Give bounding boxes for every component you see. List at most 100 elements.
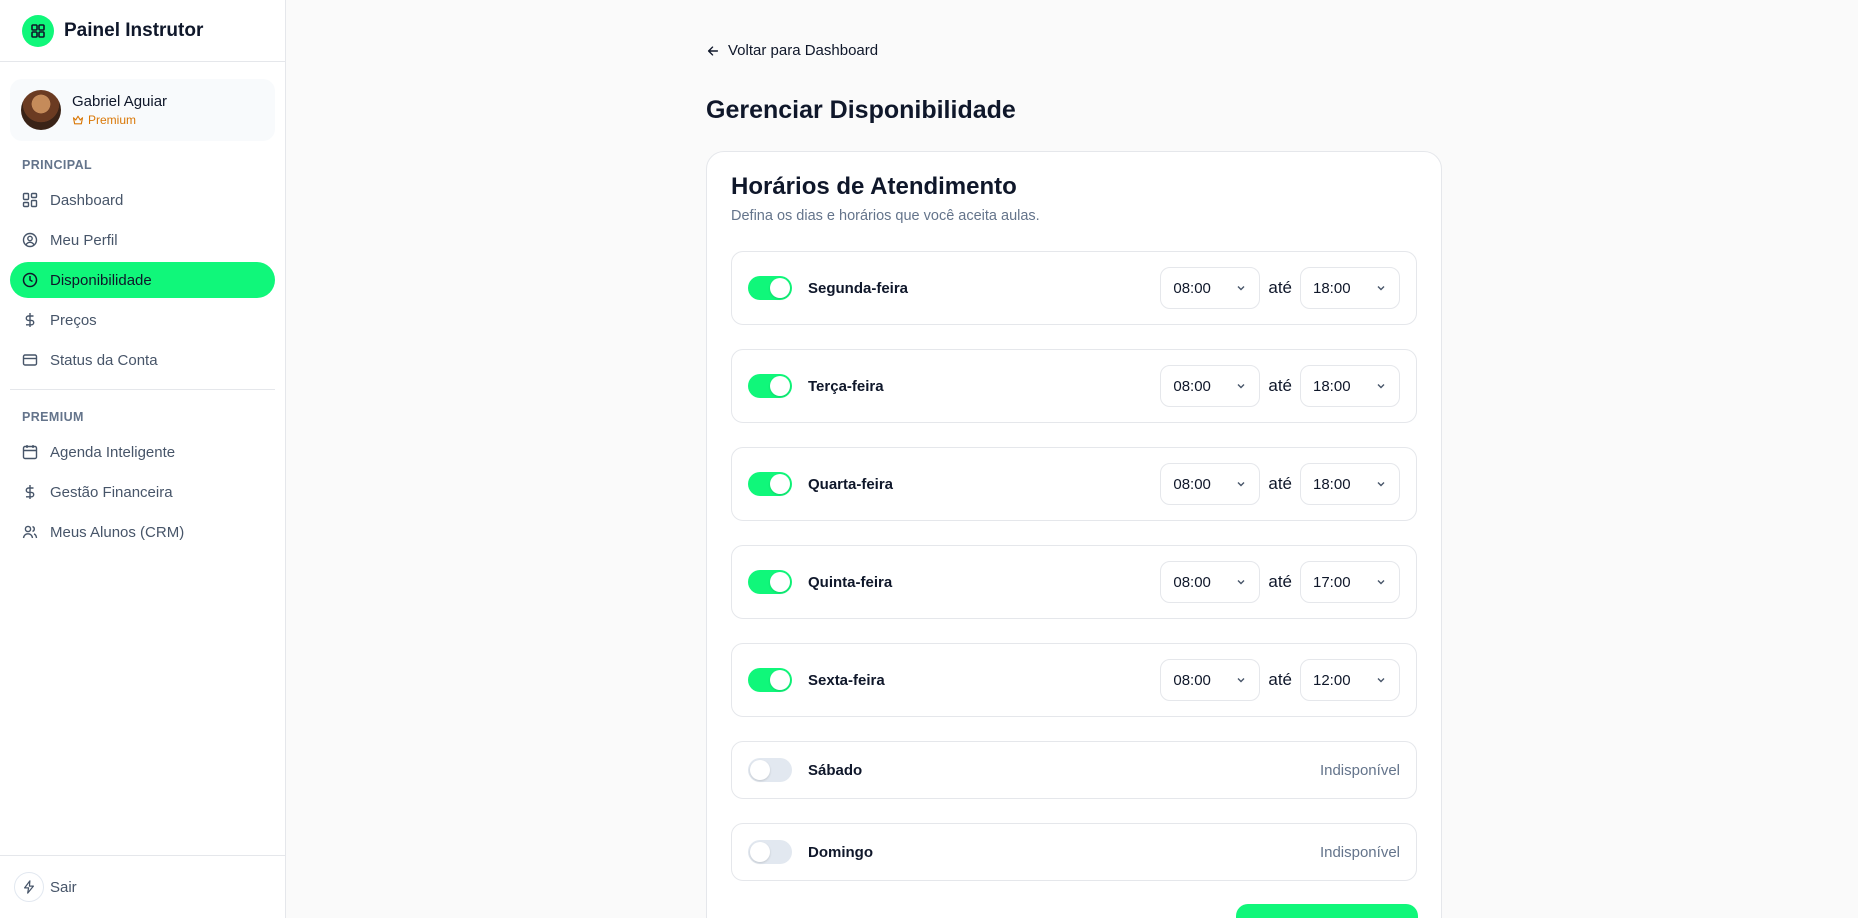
sidebar-item-label: Status da Conta: [50, 351, 158, 369]
avatar: [21, 90, 61, 130]
day-toggle[interactable]: [748, 668, 792, 692]
day-row-quinta: Quinta-feira 08:00 até 17:00: [731, 545, 1417, 619]
sidebar-item-precos[interactable]: Preços: [10, 302, 275, 338]
brand-title: Painel Instrutor: [64, 19, 204, 41]
end-time-select[interactable]: 17:00: [1300, 561, 1400, 603]
day-name: Quarta-feira: [808, 475, 894, 493]
availability-card: Horários de Atendimento Defina os dias e…: [706, 151, 1442, 918]
day-toggle[interactable]: [748, 276, 792, 300]
day-name: Sábado: [808, 761, 863, 779]
section-label-principal: PRINCIPAL: [22, 158, 93, 172]
profile-card[interactable]: Gabriel Aguiar Premium: [10, 79, 275, 141]
arrow-left-icon: [707, 45, 719, 56]
credit-card-icon: [22, 354, 38, 366]
profile-name: Gabriel Aguiar: [72, 93, 168, 110]
until-label: até: [1268, 376, 1292, 395]
section-label-premium: PREMIUM: [22, 410, 84, 424]
until-label: até: [1268, 572, 1292, 591]
until-label: até: [1268, 670, 1292, 689]
start-time-select[interactable]: 08:00: [1160, 267, 1261, 309]
card-title: Horários de Atendimento: [731, 173, 1017, 200]
sidebar-item-disponibilidade[interactable]: Disponibilidade: [10, 262, 275, 298]
start-time-select[interactable]: 08:00: [1160, 659, 1261, 701]
day-toggle[interactable]: [748, 840, 792, 864]
card-subtitle: Defina os dias e horários que você aceit…: [731, 208, 1040, 224]
unavailable-label: Indisponível: [1319, 761, 1400, 779]
chevron-down-icon: [1377, 678, 1385, 683]
sidebar-item-agenda-inteligente[interactable]: Agenda Inteligente: [10, 434, 275, 470]
sidebar: Painel Instrutor Gabriel Aguiar Premium …: [0, 0, 286, 918]
day-toggle[interactable]: [748, 758, 792, 782]
sidebar-item-label: Meu Perfil: [50, 231, 118, 249]
day-row-segunda: Segunda-feira 08:00 até 18:00: [731, 251, 1417, 325]
chevron-down-icon: [1237, 384, 1245, 389]
day-row-sexta: Sexta-feira 08:00 até 12:00: [731, 643, 1417, 717]
start-time-value: 08:00: [1173, 475, 1211, 493]
start-time-value: 08:00: [1173, 671, 1211, 689]
user-circle-icon: [22, 232, 38, 248]
day-name: Segunda-feira: [808, 279, 909, 297]
day-toggle[interactable]: [748, 374, 792, 398]
day-row-quarta: Quarta-feira 08:00 até 18:00: [731, 447, 1417, 521]
calendar-icon: [22, 445, 38, 460]
sidebar-item-label: Dashboard: [50, 191, 124, 209]
sidebar-item-meu-perfil[interactable]: Meu Perfil: [10, 222, 275, 258]
dollar-icon: [25, 313, 35, 327]
crown-icon: [72, 115, 84, 125]
day-toggle[interactable]: [748, 570, 792, 594]
end-time-value: 18:00: [1313, 279, 1351, 297]
day-name: Sexta-feira: [808, 671, 885, 689]
dashboard-icon: [22, 192, 38, 208]
until-label: até: [1268, 278, 1292, 297]
until-label: até: [1268, 474, 1292, 493]
end-time-value: 18:00: [1313, 377, 1351, 395]
profile-info: Gabriel Aguiar Premium: [72, 93, 167, 127]
sidebar-item-label: Preços: [50, 311, 97, 329]
brand: Painel Instrutor: [0, 0, 285, 62]
logout-label: Sair: [50, 878, 77, 896]
sidebar-item-label: Disponibilidade: [50, 271, 152, 289]
chevron-down-icon: [1237, 286, 1245, 291]
end-time-value: 17:00: [1313, 573, 1351, 591]
chevron-down-icon: [1237, 678, 1245, 683]
sidebar-item-dashboard[interactable]: Dashboard: [10, 182, 275, 218]
end-time-select[interactable]: 18:00: [1300, 463, 1400, 505]
start-time-value: 08:00: [1173, 573, 1211, 591]
logout-button[interactable]: Sair: [0, 855, 286, 918]
end-time-select[interactable]: 18:00: [1300, 267, 1400, 309]
sidebar-item-status-da-conta[interactable]: Status da Conta: [10, 342, 275, 378]
unavailable-label: Indisponível: [1319, 843, 1400, 861]
sidebar-item-meus-alunos[interactable]: Meus Alunos (CRM): [10, 514, 275, 550]
chevron-down-icon: [1237, 482, 1245, 487]
start-time-select[interactable]: 08:00: [1160, 365, 1261, 407]
back-link-label: Voltar para Dashboard: [728, 42, 879, 59]
sidebar-item-label: Gestão Financeira: [50, 483, 173, 501]
chevron-down-icon: [1377, 580, 1385, 585]
start-time-select[interactable]: 08:00: [1160, 463, 1261, 505]
sidebar-item-gestao-financeira[interactable]: Gestão Financeira: [10, 474, 275, 510]
sidebar-divider: [10, 389, 275, 390]
save-button[interactable]: [1236, 904, 1418, 918]
end-time-value: 12:00: [1313, 671, 1351, 689]
day-row-domingo: Domingo Indisponível: [731, 823, 1417, 881]
end-time-select[interactable]: 12:00: [1300, 659, 1400, 701]
page-title: Gerenciar Disponibilidade: [706, 96, 1016, 124]
premium-badge-label: Premium: [88, 113, 137, 127]
chevron-down-icon: [1237, 580, 1245, 585]
chevron-down-icon: [1377, 384, 1385, 389]
start-time-select[interactable]: 08:00: [1160, 561, 1261, 603]
sidebar-item-label: Agenda Inteligente: [50, 443, 176, 461]
lightning-icon: [14, 872, 44, 902]
back-to-dashboard-link[interactable]: Voltar para Dashboard: [706, 42, 878, 59]
day-toggle[interactable]: [748, 472, 792, 496]
users-icon: [22, 525, 38, 539]
day-row-sabado: Sábado Indisponível: [731, 741, 1417, 799]
day-name: Quinta-feira: [808, 573, 893, 591]
day-name: Domingo: [808, 843, 873, 861]
grid-logo-icon: [22, 14, 54, 47]
start-time-value: 08:00: [1173, 279, 1211, 297]
start-time-value: 08:00: [1173, 377, 1211, 395]
end-time-select[interactable]: 18:00: [1300, 365, 1400, 407]
dollar-icon: [25, 485, 35, 499]
sidebar-item-label: Meus Alunos (CRM): [50, 523, 185, 541]
